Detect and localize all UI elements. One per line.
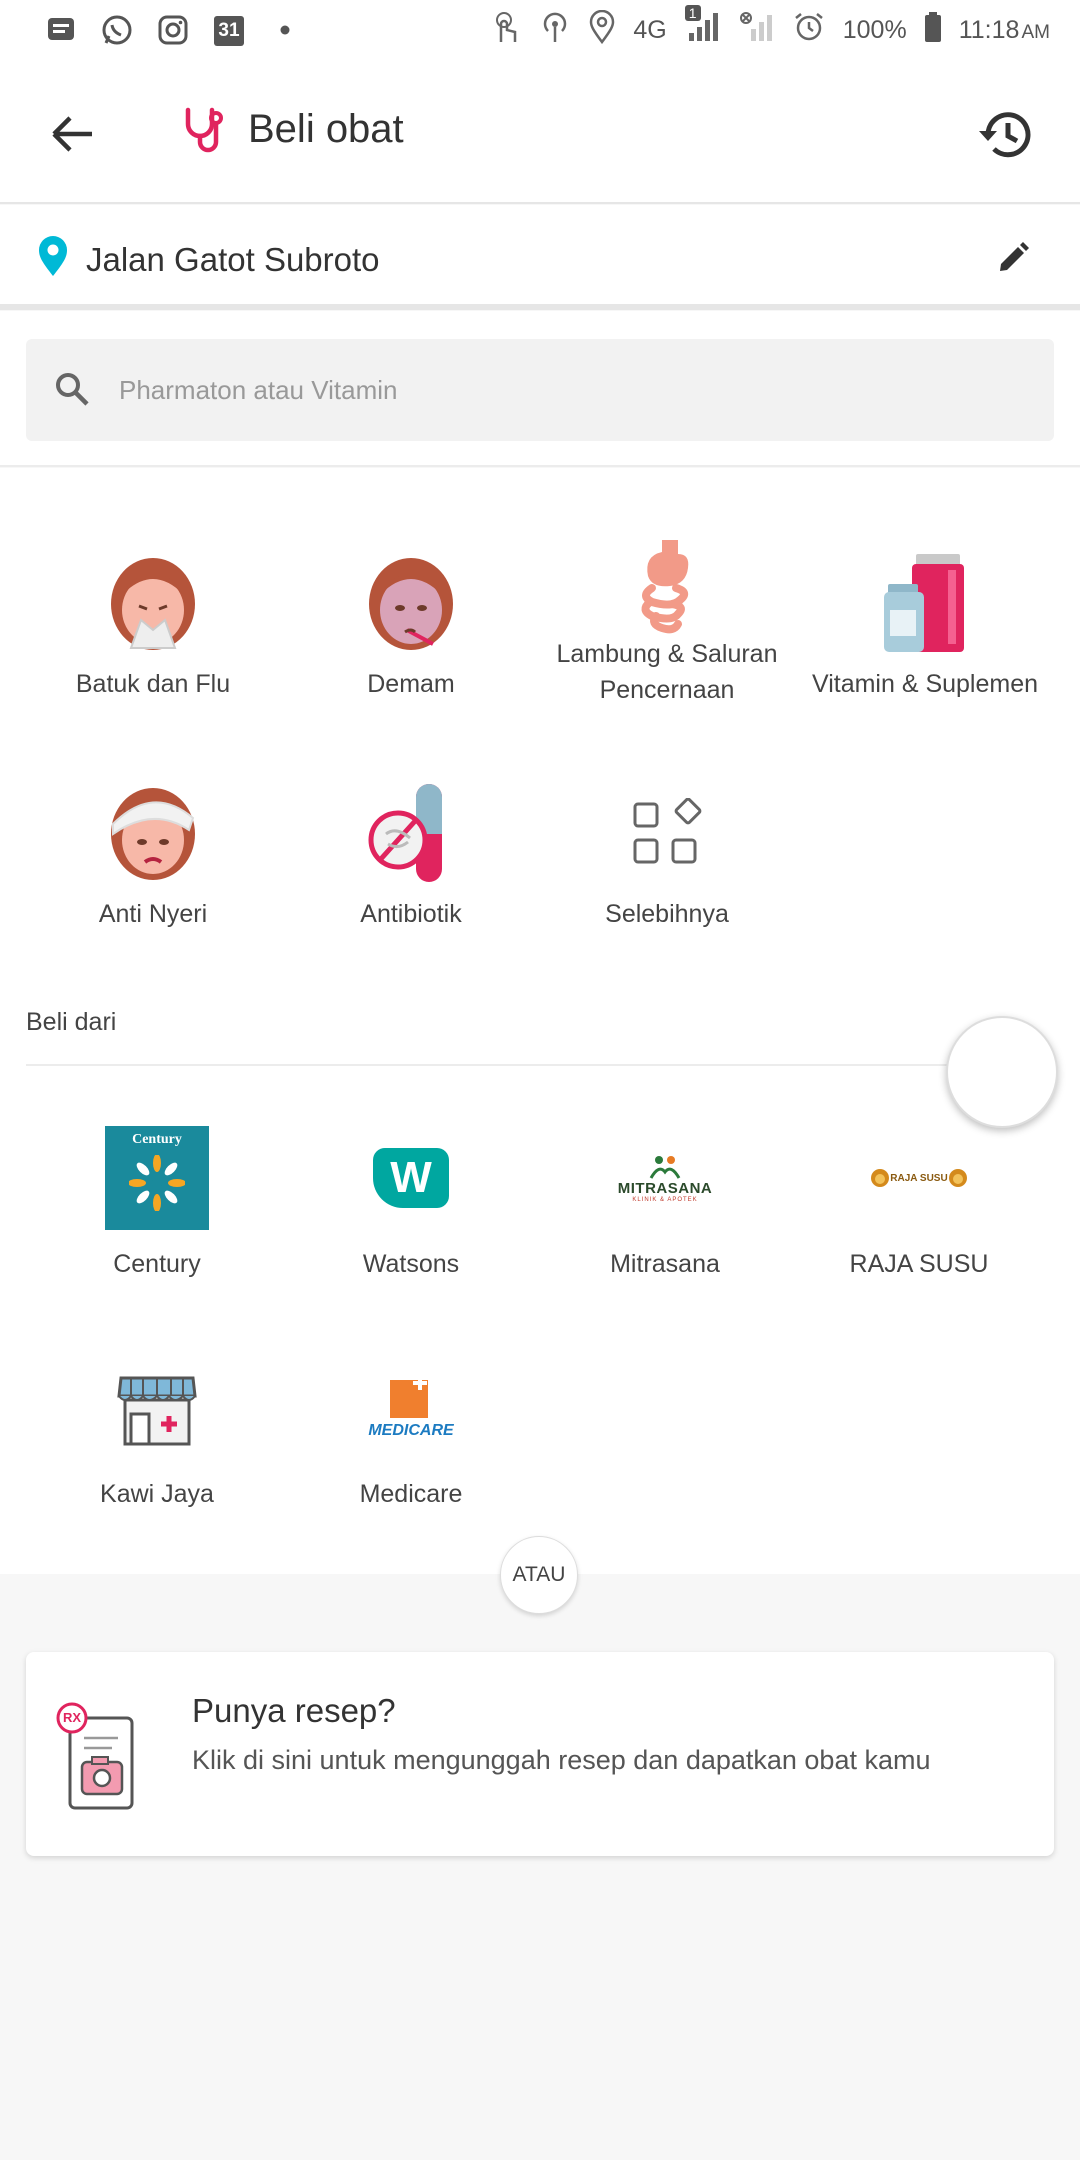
category-label: Demam (367, 670, 455, 698)
pain-relief-icon (103, 784, 203, 884)
category-label: Batuk dan Flu (75, 670, 231, 698)
rx-badge: RX (62, 1710, 82, 1725)
prescription-icon: RX (56, 1702, 148, 1819)
clock-time: 11:18 (958, 15, 1020, 44)
category-label: Vitamin & Suplemen (811, 670, 1039, 698)
status-system-icons: 4G 1 100% 11:18 AM (491, 4, 1050, 51)
watsons-logo: W (359, 1126, 463, 1230)
century-flower-icon (129, 1155, 185, 1211)
more-notifications-dot (268, 13, 302, 47)
raja-susu-logo: RAJA SUSU (864, 1126, 974, 1230)
search-section: Pharmaton atau Vitamin (0, 311, 1080, 467)
antibiotic-icon (361, 784, 461, 884)
store-label: Watsons (362, 1250, 460, 1278)
lion-icon (871, 1169, 890, 1187)
store-label: Mitrasana (610, 1250, 720, 1278)
store-mitrasana[interactable]: MITRASANA KLINIK & APOTEK Mitrasana (536, 1126, 794, 1279)
watsons-logo-text: W (390, 1153, 432, 1202)
lion-icon (948, 1169, 967, 1187)
hotspot-icon (539, 10, 571, 51)
upload-prescription-card[interactable]: RX Punya resep? Klik di sini untuk mengu… (26, 1652, 1054, 1856)
calendar-icon: 31 (212, 13, 246, 47)
status-bar: 31 4G 1 100% 11:18 AM (0, 0, 1080, 62)
medicare-logo: MEDICARE (356, 1356, 466, 1460)
category-antibiotik[interactable]: Antibiotik (282, 784, 540, 932)
category-anti-nyeri[interactable]: Anti Nyeri (24, 784, 282, 932)
back-button[interactable] (40, 102, 104, 166)
category-label: Anti Nyeri (98, 900, 208, 928)
store-century[interactable]: Century Century (28, 1126, 286, 1279)
store-medicare[interactable]: MEDICARE Medicare (282, 1356, 540, 1509)
section-divider (26, 1064, 1026, 1066)
pencil-icon (1000, 242, 1029, 271)
category-label: Lambung & Saluran Pencernaan (556, 640, 778, 704)
fever-icon (361, 554, 461, 654)
category-demam[interactable]: Demam (282, 554, 540, 702)
signal-icon: 1 (684, 4, 721, 50)
history-button[interactable] (970, 100, 1040, 170)
mitrasana-people-icon (649, 1155, 681, 1179)
prescription-title: Punya resep? (192, 1692, 396, 1729)
search-icon (56, 373, 89, 406)
location-bar[interactable]: Jalan Gatot Subroto (0, 205, 1080, 310)
mitrasana-logo-text: MITRASANA (617, 1179, 713, 1197)
store-watsons[interactable]: W Watsons (282, 1126, 540, 1279)
prescription-description: Klik di sini untuk mengunggah resep dan … (192, 1745, 931, 1775)
medicare-logo-text: MEDICARE (368, 1422, 454, 1439)
network-type: 4G (633, 15, 667, 44)
signal-disabled-icon (739, 11, 775, 50)
page-title: Beli obat (248, 106, 404, 151)
sim-badge: 1 (684, 4, 701, 21)
floating-circle-button[interactable] (946, 1016, 1058, 1128)
store-label: Kawi Jaya (100, 1480, 214, 1508)
store-kawi-jaya[interactable]: Kawi Jaya (28, 1356, 286, 1509)
cough-flu-icon (103, 554, 203, 654)
location-pin-icon (39, 236, 67, 276)
more-grid-icon (617, 784, 717, 884)
location-address: Jalan Gatot Subroto (86, 241, 380, 278)
category-batuk-flu[interactable]: Batuk dan Flu (24, 554, 282, 702)
century-logo: Century (105, 1126, 209, 1230)
store-label: RAJA SUSU (849, 1250, 989, 1278)
arrow-left-icon (52, 116, 92, 152)
search-placeholder: Pharmaton atau Vitamin (119, 375, 398, 405)
store-label: Century (113, 1250, 201, 1278)
touch-icon (491, 10, 521, 51)
or-divider-badge: ATAU (500, 1536, 578, 1614)
clock: 11:18 AM (959, 16, 1050, 45)
vitamin-icon (875, 554, 975, 654)
instagram-icon (156, 13, 190, 47)
category-label: Antibiotik (360, 900, 462, 928)
alarm-icon (793, 11, 825, 50)
app-bar: Beli obat (0, 62, 1080, 204)
battery-percent: 100% (842, 15, 907, 44)
search-input[interactable]: Pharmaton atau Vitamin (26, 339, 1054, 441)
app-title: Beli obat (180, 104, 404, 154)
category-selebihnya[interactable]: Selebihnya (538, 784, 796, 932)
history-icon (979, 112, 1031, 158)
store-label: Medicare (359, 1480, 463, 1508)
category-lambung[interactable]: Lambung & Saluran Pencernaan (538, 536, 796, 708)
status-notification-icons: 31 (44, 10, 302, 50)
mitrasana-logo-subtext: KLINIK & APOTEK (632, 1196, 698, 1203)
gps-icon (589, 9, 615, 51)
category-label: Selebihnya (605, 900, 729, 928)
store-raja-susu[interactable]: RAJA SUSU RAJA SUSU (790, 1126, 1048, 1279)
century-logo-text: Century (132, 1132, 182, 1147)
messages-icon (44, 13, 78, 47)
store-front-icon (105, 1356, 209, 1460)
raja-susu-logo-text: RAJA SUSU (890, 1172, 948, 1184)
edit-location-button[interactable] (990, 235, 1036, 281)
mitrasana-logo: MITRASANA KLINIK & APOTEK (610, 1126, 720, 1230)
calendar-day: 31 (218, 20, 240, 41)
category-vitamin[interactable]: Vitamin & Suplemen (796, 554, 1054, 702)
section-title-beli-dari: Beli dari (26, 1008, 117, 1036)
battery-icon (924, 11, 941, 49)
whatsapp-icon (100, 13, 134, 47)
main-content: Batuk dan Flu Demam Lambung & Saluran Pe… (0, 468, 1080, 1574)
stethoscope-icon (185, 107, 223, 153)
digestive-icon (617, 536, 717, 636)
clock-ampm: AM (1021, 21, 1051, 43)
medicare-cross-icon (390, 1376, 428, 1418)
